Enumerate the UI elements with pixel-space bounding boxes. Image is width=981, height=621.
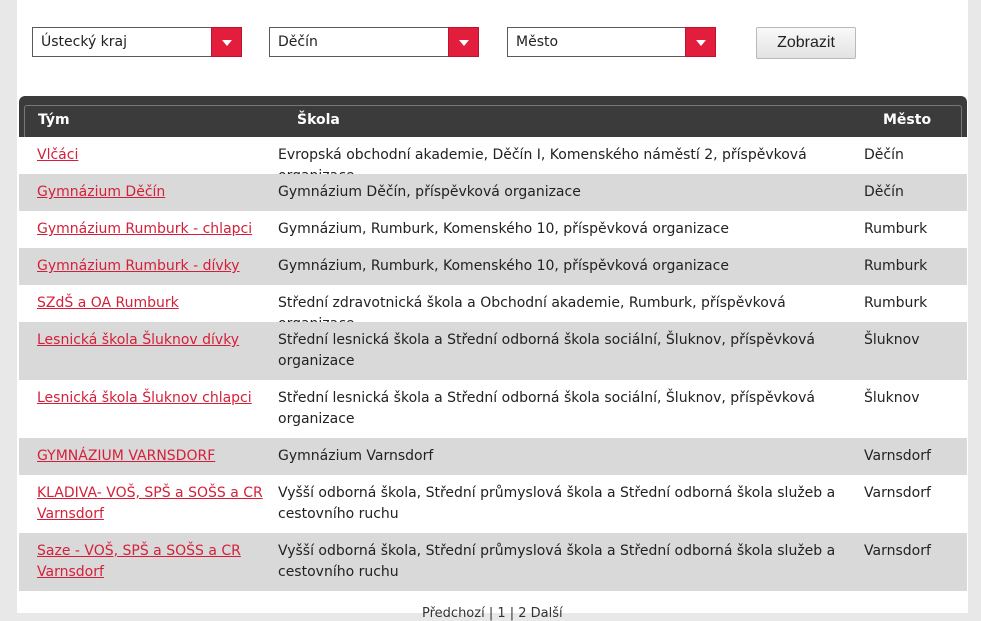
- header-city: Město: [883, 112, 932, 128]
- school-cell: Gymnázium Děčín, příspěvková organizace: [278, 184, 581, 200]
- header-team: Tým: [38, 112, 70, 128]
- city-cell: Varnsdorf: [864, 543, 931, 559]
- school-cell: Vyšší odborná škola, Střední průmyslová …: [278, 485, 836, 522]
- team-cell: Gymnázium Děčín: [19, 182, 278, 211]
- school-cell: Vyšší odborná škola, Střední průmyslová …: [278, 543, 836, 580]
- school-cell: Střední zdravotnická škola a Obchodní ak…: [278, 295, 786, 332]
- team-link[interactable]: Gymnázium Rumburk - dívky: [37, 258, 240, 274]
- chevron-down-icon[interactable]: [685, 27, 716, 57]
- team-link[interactable]: KLADIVA- VOŠ, SPŠ a SOŠS a CR Varnsdorf: [37, 485, 263, 522]
- table-row: KLADIVA- VOŠ, SPŠ a SOŠS a CR Varnsdorf V…: [19, 475, 967, 533]
- teams-table: Tým Škola Město Vlčáci Evropská obchodní …: [19, 96, 967, 591]
- school-cell: Střední lesnická škola a Střední odborná…: [278, 390, 815, 427]
- team-cell: GYMNÁZIUM VARNSDORF: [19, 446, 278, 475]
- team-link[interactable]: GYMNÁZIUM VARNSDORF: [37, 448, 215, 464]
- team-link[interactable]: Lesnická škola Šluknov chlapci: [37, 390, 252, 406]
- table-row: GYMNÁZIUM VARNSDORF Gymnázium Varnsdorf Va…: [19, 438, 967, 475]
- table-row: Gymnázium Rumburk - chlapci Gymnázium, Ru…: [19, 211, 967, 248]
- table-row: Saze - VOŠ, SPŠ a SOŠS a CR Varnsdorf Vyš…: [19, 533, 967, 591]
- city-cell: Šluknov: [864, 390, 920, 406]
- table-row: Vlčáci Evropská obchodní akademie, Děčín …: [19, 137, 967, 184]
- table-row: Gymnázium Děčín Gymnázium Děčín, příspěvk…: [19, 174, 967, 211]
- team-cell: Saze - VOŠ, SPŠ a SOŠS a CR Varnsdorf: [19, 541, 278, 591]
- region-select-value: Ústecký kraj: [41, 34, 128, 50]
- team-cell: Lesnická škola Šluknov chlapci: [19, 388, 278, 438]
- pagination[interactable]: Předchozí | 1 | 2 Další: [422, 606, 563, 621]
- city-select-value: Město: [516, 34, 559, 50]
- team-link[interactable]: SZdŠ a OA Rumburk: [37, 295, 179, 311]
- city-cell: Děčín: [864, 147, 904, 163]
- team-cell: SZdŠ a OA Rumburk: [19, 293, 278, 322]
- city-cell: Rumburk: [864, 295, 928, 311]
- chevron-down-icon[interactable]: [448, 27, 479, 57]
- table-row: Lesnická škola Šluknov chlapci Střední le…: [19, 380, 967, 438]
- team-link[interactable]: Gymnázium Děčín: [37, 184, 165, 200]
- table-row: Lesnická škola Šluknov dívky Střední lesn…: [19, 322, 967, 380]
- team-link[interactable]: Lesnická škola Šluknov dívky: [37, 332, 239, 348]
- table-row: Gymnázium Rumburk - dívky Gymnázium, Rumb…: [19, 248, 967, 285]
- school-cell: Gymnázium, Rumburk, Komenského 10, přísp…: [278, 221, 729, 237]
- district-select[interactable]: Děčín: [269, 27, 479, 57]
- district-select-value: Děčín: [278, 34, 318, 50]
- content-panel: Ústecký kraj Děčín Město Zobrazit Tým Šk…: [17, 0, 968, 621]
- team-link[interactable]: Saze - VOŠ, SPŠ a SOŠS a CR Varnsdorf: [37, 543, 241, 580]
- school-cell: Střední lesnická škola a Střední odborná…: [278, 332, 815, 369]
- team-cell: KLADIVA- VOŠ, SPŠ a SOŠS a CR Varnsdorf: [19, 483, 278, 533]
- team-link[interactable]: Gymnázium Rumburk - chlapci: [37, 221, 252, 237]
- team-link[interactable]: Vlčáci: [37, 147, 78, 163]
- table-body: Vlčáci Evropská obchodní akademie, Děčín …: [19, 137, 967, 591]
- city-cell: Děčín: [864, 184, 904, 200]
- team-cell: Lesnická škola Šluknov dívky: [19, 330, 278, 380]
- city-cell: Šluknov: [864, 332, 920, 348]
- city-select[interactable]: Město: [507, 27, 716, 57]
- show-button[interactable]: Zobrazit: [756, 27, 856, 59]
- header-school: Škola: [297, 112, 340, 128]
- school-cell: Evropská obchodní akademie, Děčín I, Kom…: [278, 147, 807, 184]
- city-cell: Rumburk: [864, 258, 928, 274]
- region-select[interactable]: Ústecký kraj: [32, 27, 242, 57]
- team-cell: Vlčáci: [19, 145, 278, 174]
- city-cell: Rumburk: [864, 221, 928, 237]
- team-cell: Gymnázium Rumburk - chlapci: [19, 219, 278, 248]
- table-header: Tým Škola Město: [19, 96, 967, 137]
- team-cell: Gymnázium Rumburk - dívky: [19, 256, 278, 285]
- city-cell: Varnsdorf: [864, 485, 931, 501]
- chevron-down-icon[interactable]: [211, 27, 242, 57]
- school-cell: Gymnázium, Rumburk, Komenského 10, přísp…: [278, 258, 729, 274]
- city-cell: Varnsdorf: [864, 448, 931, 464]
- table-row: SZdŠ a OA Rumburk Střední zdravotnická šk…: [19, 285, 967, 332]
- school-cell: Gymnázium Varnsdorf: [278, 448, 434, 464]
